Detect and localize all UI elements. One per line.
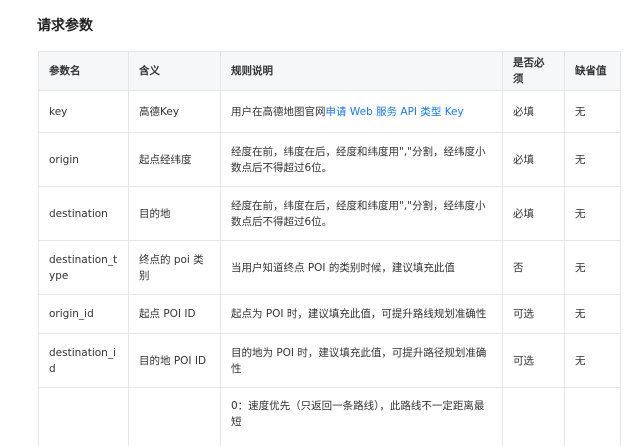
table-row: origin_id 起点 POI ID 起点为 POI 时，建议填充此值，可提升… bbox=[38, 294, 621, 334]
param-rule: 起点为 POI 时，建议填充此值，可提升路线规划准确性 bbox=[220, 294, 503, 334]
param-rule: 经度在前，纬度在后，经度和纬度用","分割，经纬度小数点后不得超过6位。 bbox=[220, 186, 503, 241]
table-row: key 高德Key 用户在高德地图官网申请 Web 服务 API 类型 Key … bbox=[38, 90, 621, 133]
table-row: destination_id 目的地 POI ID 目的地为 POI 时，建议填… bbox=[38, 333, 621, 388]
param-required bbox=[502, 387, 565, 446]
param-meaning: 目的地 bbox=[128, 186, 221, 241]
param-rule: 用户在高德地图官网申请 Web 服务 API 类型 Key bbox=[220, 90, 503, 133]
param-name: destination bbox=[38, 186, 129, 241]
param-required: 可选 bbox=[502, 333, 565, 388]
header-rule: 规则说明 bbox=[220, 51, 503, 91]
param-rule: 目的地为 POI 时，建议填充此值，可提升路径规划准确性 bbox=[220, 333, 503, 388]
param-default: 无 bbox=[564, 132, 621, 187]
param-name: origin bbox=[38, 132, 129, 187]
table-row: 0：速度优先（只返回一条路线），此路线不一定距离最短 bbox=[38, 387, 621, 446]
param-name: destination_type bbox=[38, 240, 129, 295]
table-row: destination_type 终点的 poi 类别 当用户知道终点 POI … bbox=[38, 240, 621, 295]
table-header-row: 参数名 含义 规则说明 是否必须 缺省值 bbox=[38, 51, 621, 91]
param-required: 必填 bbox=[502, 186, 565, 241]
rule-text: 用户在高德地图官网 bbox=[231, 105, 326, 118]
param-default: 无 bbox=[564, 186, 621, 241]
param-rule: 经度在前，纬度在后，经度和纬度用","分割，经纬度小数点后不得超过6位。 bbox=[220, 132, 503, 187]
table-row: origin 起点经纬度 经度在前，纬度在后，经度和纬度用","分割，经纬度小数… bbox=[38, 132, 621, 187]
param-meaning: 起点经纬度 bbox=[128, 132, 221, 187]
param-meaning: 终点的 poi 类别 bbox=[128, 240, 221, 295]
table-row: destination 目的地 经度在前，纬度在后，经度和纬度用","分割，经纬… bbox=[38, 186, 621, 241]
param-required: 必填 bbox=[502, 132, 565, 187]
param-name bbox=[38, 387, 129, 446]
param-required: 必填 bbox=[502, 90, 565, 133]
param-name: key bbox=[38, 90, 129, 133]
param-default: 无 bbox=[564, 294, 621, 334]
header-param-name: 参数名 bbox=[38, 51, 129, 91]
param-default: 无 bbox=[564, 90, 621, 133]
param-default: 无 bbox=[564, 333, 621, 388]
param-meaning: 目的地 POI ID bbox=[128, 333, 221, 388]
param-meaning: 起点 POI ID bbox=[128, 294, 221, 334]
page: 请求参数 参数名 含义 规则说明 是否必须 缺省值 key 高德Key 用户在高… bbox=[0, 0, 644, 446]
param-meaning bbox=[128, 387, 221, 446]
param-meaning: 高德Key bbox=[128, 90, 221, 133]
section-title: 请求参数 bbox=[37, 18, 93, 34]
param-required: 可选 bbox=[502, 294, 565, 334]
param-required: 否 bbox=[502, 240, 565, 295]
header-default: 缺省值 bbox=[564, 51, 621, 91]
param-name: origin_id bbox=[38, 294, 129, 334]
param-default bbox=[564, 387, 621, 446]
param-rule: 0：速度优先（只返回一条路线），此路线不一定距离最短 bbox=[220, 387, 503, 446]
header-required: 是否必须 bbox=[502, 51, 565, 91]
header-meaning: 含义 bbox=[128, 51, 221, 91]
param-rule: 当用户知道终点 POI 的类别时候，建议填充此值 bbox=[220, 240, 503, 295]
params-table: 参数名 含义 规则说明 是否必须 缺省值 key 高德Key 用户在高德地图官网… bbox=[38, 51, 621, 446]
param-default: 无 bbox=[564, 240, 621, 295]
apply-key-link[interactable]: 申请 Web 服务 API 类型 Key bbox=[326, 106, 464, 118]
param-name: destination_id bbox=[38, 333, 129, 388]
